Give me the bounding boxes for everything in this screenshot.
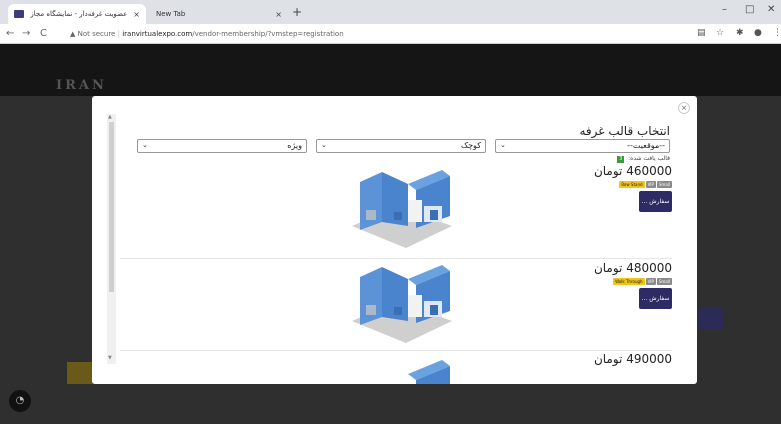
url-path: /vendor-membership/?vmstep=registration — [192, 30, 344, 38]
chat-widget-icon[interactable]: ◔ — [9, 390, 31, 412]
size-badge: Small — [656, 181, 672, 188]
new-tab-button[interactable]: + — [292, 5, 302, 19]
item-divider — [120, 258, 672, 259]
security-warning[interactable]: ▲ Not secure — [70, 30, 115, 38]
stand-type-badge: Walk Through — [613, 278, 645, 285]
chevron-down-icon: ⌄ — [500, 141, 506, 149]
close-window-button[interactable]: ✕ — [767, 4, 775, 15]
site-favicon-icon — [14, 10, 24, 18]
tab-new-tab[interactable]: New Tab × — [150, 4, 288, 24]
minimize-button[interactable]: – — [722, 4, 727, 15]
vip-badge: VIP — [645, 181, 656, 188]
profile-icon[interactable]: ● — [754, 28, 762, 38]
back-arrow-icon[interactable]: ← — [6, 28, 14, 39]
tab-title: عضویت غرفه‌دار - نمایشگاه مجازی... — [30, 10, 128, 18]
booth-preview-image[interactable] — [346, 166, 458, 250]
price: 480000 تومان — [593, 261, 672, 275]
vip-badge: VIP — [645, 278, 656, 285]
position-select[interactable]: --موقعیت-- ⌄ — [495, 139, 670, 153]
maximize-button[interactable]: □ — [745, 4, 754, 15]
price: 460000 تومان — [593, 164, 672, 178]
address-bar: ← → C ▲ Not secure | iranvirtualexpo.com… — [0, 24, 781, 44]
tab-close-icon[interactable]: × — [275, 10, 282, 19]
booth-template-modal: × ▲ ▼ انتخاب قالب غرفه --موقعیت-- ⌄ کوچک… — [92, 96, 697, 384]
count-badge: 3 — [617, 156, 625, 163]
reload-icon[interactable]: C — [40, 28, 47, 39]
browser-tab-bar: عضویت غرفه‌دار - نمایشگاه مجازی... × New… — [0, 0, 781, 24]
menu-icon[interactable]: ⋮ — [773, 28, 781, 38]
booth-template-item: 460000 تومان Row Stand VIP Small سفارش .… — [120, 164, 672, 250]
tab-close-icon[interactable]: × — [133, 10, 140, 19]
tab-membership[interactable]: عضویت غرفه‌دار - نمایشگاه مجازی... × — [8, 4, 146, 24]
tag-list: Row Stand VIP Small — [619, 181, 672, 188]
tab-title: New Tab — [156, 10, 186, 18]
url-host: iranvirtualexpo.com — [122, 30, 193, 38]
stand-type-badge: Row Stand — [619, 181, 645, 188]
booth-preview-image[interactable] — [346, 261, 458, 345]
close-modal-button[interactable]: × — [678, 102, 690, 114]
scroll-down-icon[interactable]: ▼ — [108, 355, 112, 361]
item-divider — [120, 350, 672, 351]
background-button — [67, 362, 93, 384]
site-logo: IRAN — [56, 78, 107, 93]
booth-template-item: 480000 تومان Walk Through VIP Small سفار… — [120, 261, 672, 347]
url-field[interactable]: ▲ Not secure | iranvirtualexpo.com/vendo… — [70, 30, 344, 38]
type-select[interactable]: ویژه ⌄ — [137, 139, 307, 153]
modal-title: انتخاب قالب غرفه — [579, 124, 670, 138]
size-badge: Small — [656, 278, 672, 285]
star-icon[interactable]: ☆ — [716, 28, 724, 38]
scrollbar-thumb[interactable] — [109, 122, 114, 292]
forward-arrow-icon[interactable]: → — [22, 28, 30, 39]
puzzle-icon[interactable]: ✱ — [736, 28, 744, 38]
size-select[interactable]: کوچک ⌄ — [316, 139, 486, 153]
chevron-down-icon: ⌄ — [142, 141, 148, 149]
booth-preview-image[interactable] — [346, 356, 458, 384]
scroll-up-icon[interactable]: ▲ — [108, 114, 112, 120]
price: 490000 تومان — [593, 352, 672, 366]
templates-found-count: قالب یافت شده: 3 — [617, 155, 670, 163]
tag-list: Walk Through VIP Small — [613, 278, 672, 285]
chevron-down-icon: ⌄ — [321, 141, 327, 149]
order-button[interactable]: سفارش ... — [639, 191, 672, 212]
translate-icon[interactable]: ▤ — [697, 28, 706, 38]
booth-template-item: 490000 تومان — [120, 352, 672, 384]
site-header: IRAN — [0, 44, 781, 96]
order-button[interactable]: سفارش ... — [639, 288, 672, 309]
background-button — [693, 308, 723, 330]
